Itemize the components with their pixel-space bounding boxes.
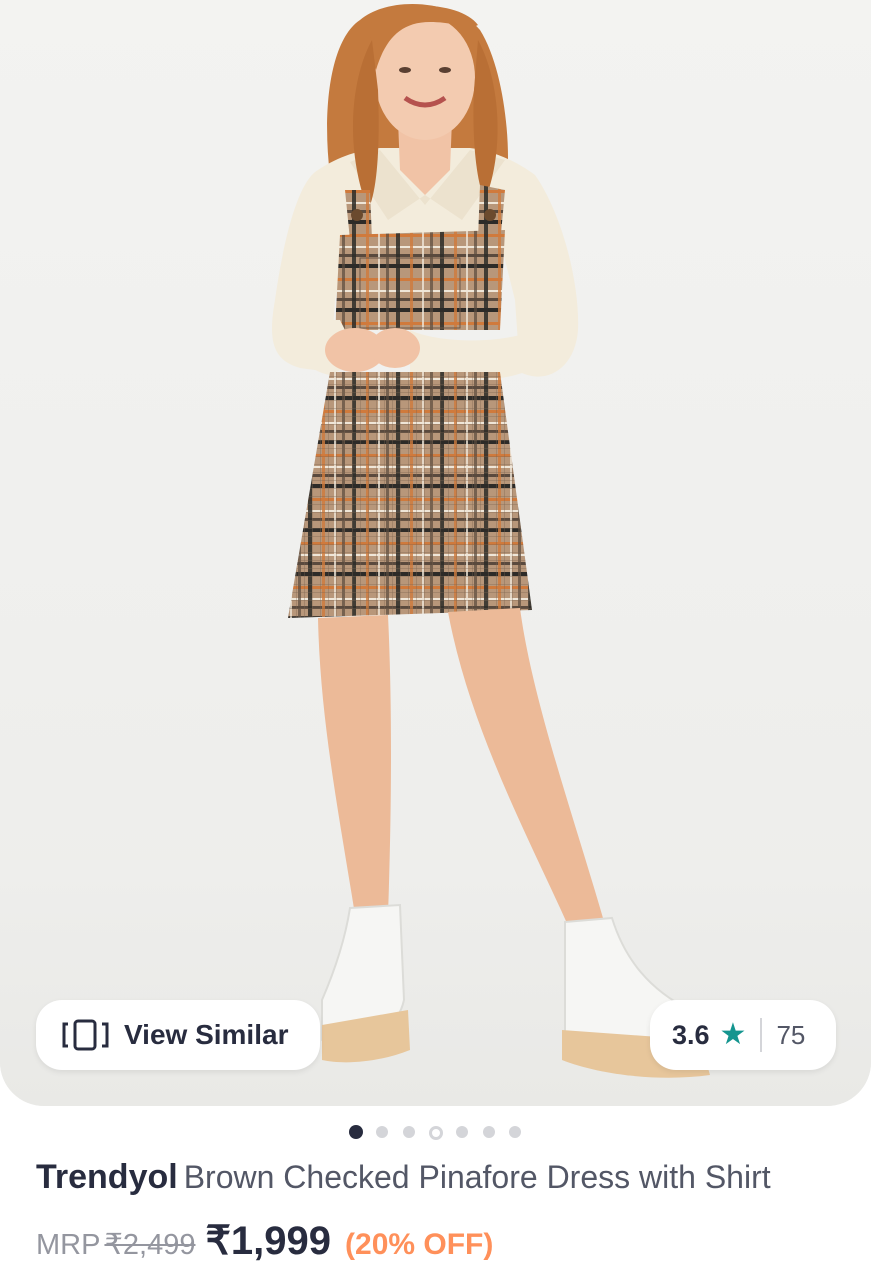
rating-value: 3.6 <box>672 1019 710 1050</box>
star-icon: ★ <box>719 1017 747 1052</box>
rating-divider <box>760 1018 763 1052</box>
view-similar-icon <box>62 1019 109 1051</box>
view-similar-label: View Similar <box>124 1019 289 1050</box>
carousel-dot-2[interactable] <box>376 1126 388 1138</box>
carousel-dot-3[interactable] <box>403 1126 415 1138</box>
carousel-dot-4[interactable] <box>429 1126 443 1140</box>
rating-count: 75 <box>776 1019 806 1050</box>
carousel-dot-5[interactable] <box>456 1126 468 1138</box>
carousel-dot-1[interactable] <box>349 1125 363 1139</box>
carousel-dot-6[interactable] <box>483 1126 495 1138</box>
carousel-dot-7[interactable] <box>509 1126 521 1138</box>
mrp-value: ₹2,499 <box>104 1229 196 1261</box>
product-title: Trendyol Brown Checked Pinafore Dress wit… <box>36 1158 856 1197</box>
view-similar-button[interactable]: View Similar <box>36 1000 320 1070</box>
product-name: Brown Checked Pinafore Dress with Shirt <box>183 1159 771 1195</box>
carousel-indicator <box>0 1125 871 1140</box>
price-row: MRP ₹2,499 ₹1,999 (20% OFF) <box>36 1218 493 1266</box>
sale-price: ₹1,999 <box>205 1219 332 1263</box>
mrp-label: MRP <box>36 1229 101 1261</box>
product-page: View Similar 3.6 ★ 75 Trendyol Brown Chec… <box>0 0 871 1280</box>
discount-label: (20% OFF) <box>345 1228 494 1261</box>
brand-name[interactable]: Trendyol <box>36 1158 178 1196</box>
product-image[interactable]: View Similar 3.6 ★ 75 <box>0 0 871 1106</box>
rating-badge[interactable]: 3.6 ★ 75 <box>650 1000 836 1070</box>
model-illustration <box>271 3 710 1078</box>
